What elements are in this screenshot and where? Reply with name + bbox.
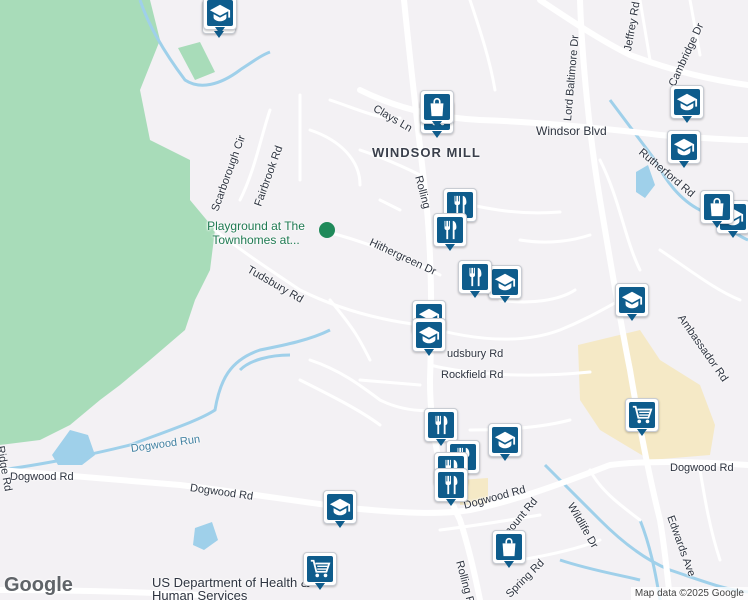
restaurant-icon [437, 217, 463, 243]
shopping-icon [704, 194, 730, 220]
school-pin[interactable] [488, 423, 522, 463]
pond-3 [636, 165, 655, 198]
restaurant-icon [428, 412, 454, 438]
restaurant-pin[interactable] [434, 468, 468, 508]
pond-2 [193, 522, 218, 550]
road-label-tudsbury-east: udsbury Rd [447, 348, 504, 360]
school-icon [671, 134, 697, 160]
pin-frame [488, 423, 522, 457]
area-label: WINDSOR MILL [372, 145, 481, 160]
google-logo: Google [4, 574, 73, 596]
pin-frame [323, 490, 357, 524]
shopping-pin[interactable] [420, 90, 454, 130]
map-attribution[interactable]: Map data ©2025 Google [630, 587, 748, 600]
school-pin[interactable] [488, 265, 522, 305]
restaurant-pin[interactable] [458, 260, 492, 300]
pin-tip [627, 314, 637, 321]
shopping-icon [496, 534, 522, 560]
pin-tip [728, 231, 738, 238]
pin-tip [679, 161, 689, 168]
pin-frame [424, 408, 458, 442]
pin-frame [434, 468, 468, 502]
school-pin[interactable] [412, 318, 446, 358]
pin-tip [712, 221, 722, 228]
field-area [578, 330, 715, 460]
pin-tip [424, 349, 434, 356]
tree-icon [319, 222, 335, 238]
pin-frame [303, 552, 337, 586]
pin-tip [682, 116, 692, 123]
grocery-pin[interactable] [303, 552, 337, 592]
pin-tip [504, 561, 514, 568]
pin-frame [412, 318, 446, 352]
school-icon [327, 494, 353, 520]
grocery-pin[interactable] [625, 398, 659, 438]
park-label: Playground at The Townhomes at... [207, 219, 305, 247]
road-label-dogwood-west: Dogwood Rd [10, 471, 74, 483]
park-area [0, 0, 215, 445]
pin-frame [625, 398, 659, 432]
school-icon [674, 89, 700, 115]
pin-frame [420, 90, 454, 124]
school-icon [619, 287, 645, 313]
school-pin[interactable] [615, 283, 649, 323]
road-label-rockfield: Rockfield Rd [441, 369, 504, 381]
shopping-pin[interactable] [492, 530, 526, 570]
restaurant-icon [462, 264, 488, 290]
map-canvas[interactable]: WINDSOR MILL Playground at The Townhomes… [0, 0, 748, 600]
pin-tip [446, 499, 456, 506]
pin-frame [433, 213, 467, 247]
restaurant-pin[interactable] [433, 213, 467, 253]
pin-tip [432, 121, 442, 128]
pin-tip [315, 583, 325, 590]
pin-frame [458, 260, 492, 294]
pin-tip [215, 27, 225, 34]
school-pin[interactable] [670, 85, 704, 125]
school-icon [492, 427, 518, 453]
school-pin[interactable] [323, 490, 357, 530]
school-icon [416, 322, 442, 348]
pin-tip [500, 454, 510, 461]
grocery-icon [307, 556, 333, 582]
pin-frame [488, 265, 522, 299]
school-pin[interactable] [203, 0, 237, 36]
park-area-small [178, 42, 215, 80]
restaurant-icon [438, 472, 464, 498]
road-label-dogwood-far-east: Dogwood Rd [670, 462, 734, 474]
pin-tip [432, 131, 442, 138]
shopping-pin[interactable] [700, 190, 734, 230]
pin-tip [335, 521, 345, 528]
pin-frame [667, 130, 701, 164]
pin-frame [492, 530, 526, 564]
school-icon [207, 0, 233, 26]
school-icon [492, 269, 518, 295]
road-label-windsor: Windsor Blvd [536, 124, 607, 138]
pin-frame [670, 85, 704, 119]
pin-tip [500, 296, 510, 303]
pin-frame [700, 190, 734, 224]
pin-tip [445, 244, 455, 251]
school-pin[interactable] [667, 130, 701, 170]
pin-tip [436, 439, 446, 446]
pin-tip [637, 429, 647, 436]
poi-label: US Department of Health & Human Services [152, 575, 310, 600]
pin-tip [470, 291, 480, 298]
shopping-icon [424, 94, 450, 120]
pin-frame [615, 283, 649, 317]
grocery-icon [629, 402, 655, 428]
pin-frame [203, 0, 237, 30]
